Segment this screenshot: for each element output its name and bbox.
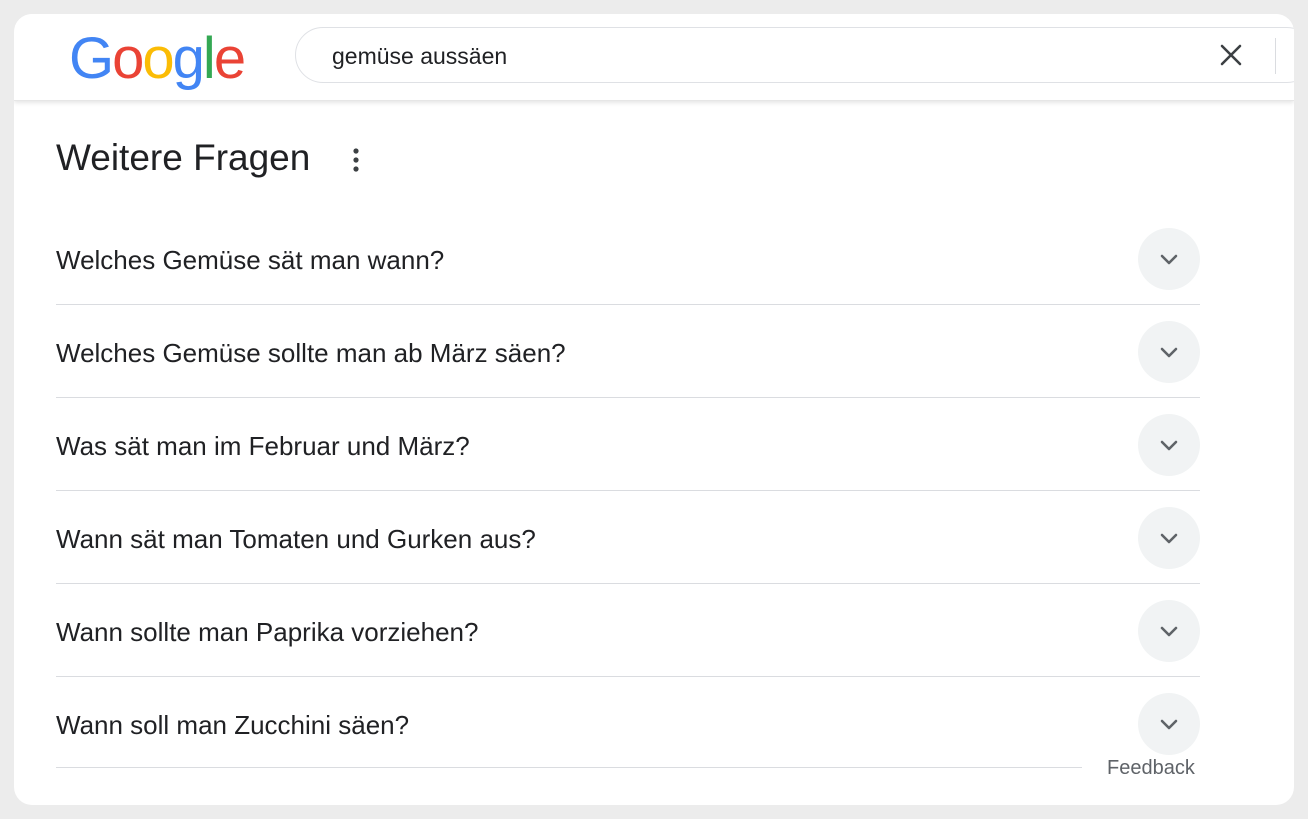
questions-list: Welches Gemüse sät man wann? Welches Gem…: [56, 212, 1200, 769]
question-text: Welches Gemüse sollte man ab März säen?: [56, 338, 566, 368]
question-text: Wann sät man Tomaten und Gurken aus?: [56, 524, 536, 554]
footer-divider: [56, 767, 1082, 768]
question-text: Welches Gemüse sät man wann?: [56, 245, 445, 275]
question-text: Was sät man im Februar und März?: [56, 431, 470, 461]
search-divider: [1275, 38, 1276, 74]
search-input[interactable]: gemüse aussäen: [332, 43, 507, 70]
logo-letter-g1: G: [69, 26, 114, 91]
chevron-down-icon: [1160, 626, 1178, 637]
question-item[interactable]: Welches Gemüse sät man wann?: [56, 212, 1200, 305]
logo-letter-g2: g: [172, 26, 205, 91]
browser-frame: Google gemüse aussäen Weitere Fragen Wel…: [14, 14, 1294, 805]
question-text: Wann soll man Zucchini säen?: [56, 710, 410, 740]
question-item[interactable]: Was sät man im Februar und März?: [56, 398, 1200, 491]
chevron-down-icon: [1160, 440, 1178, 451]
chevron-down-icon: [1160, 347, 1178, 358]
question-item[interactable]: Welches Gemüse sollte man ab März säen?: [56, 305, 1200, 398]
section-title: Weitere Fragen: [56, 137, 311, 178]
logo-letter-l: l: [202, 26, 216, 91]
chevron-down-icon: [1160, 719, 1178, 730]
expand-button[interactable]: [1138, 507, 1200, 569]
close-icon: [1220, 44, 1242, 66]
question-item[interactable]: Wann soll man Zucchini säen?: [56, 677, 1200, 769]
search-header: Google gemüse aussäen: [14, 14, 1294, 101]
expand-button[interactable]: [1138, 693, 1200, 755]
expand-button[interactable]: [1138, 414, 1200, 476]
clear-search-button[interactable]: [1216, 40, 1246, 70]
question-item[interactable]: Wann sollte man Paprika vorziehen?: [56, 584, 1200, 677]
chevron-down-icon: [1160, 533, 1178, 544]
more-vertical-icon: [353, 148, 359, 172]
expand-button[interactable]: [1138, 321, 1200, 383]
expand-button[interactable]: [1138, 600, 1200, 662]
logo-letter-o2: o: [142, 26, 174, 91]
chevron-down-icon: [1160, 254, 1178, 265]
expand-button[interactable]: [1138, 228, 1200, 290]
logo-letter-o1: o: [112, 26, 144, 91]
search-box[interactable]: gemüse aussäen: [295, 27, 1294, 83]
question-text: Wann sollte man Paprika vorziehen?: [56, 617, 479, 647]
more-options-button[interactable]: [342, 144, 370, 176]
question-item[interactable]: Wann sät man Tomaten und Gurken aus?: [56, 491, 1200, 584]
feedback-link[interactable]: Feedback: [1107, 757, 1195, 780]
google-logo[interactable]: Google: [69, 26, 246, 91]
logo-letter-e: e: [213, 26, 246, 91]
